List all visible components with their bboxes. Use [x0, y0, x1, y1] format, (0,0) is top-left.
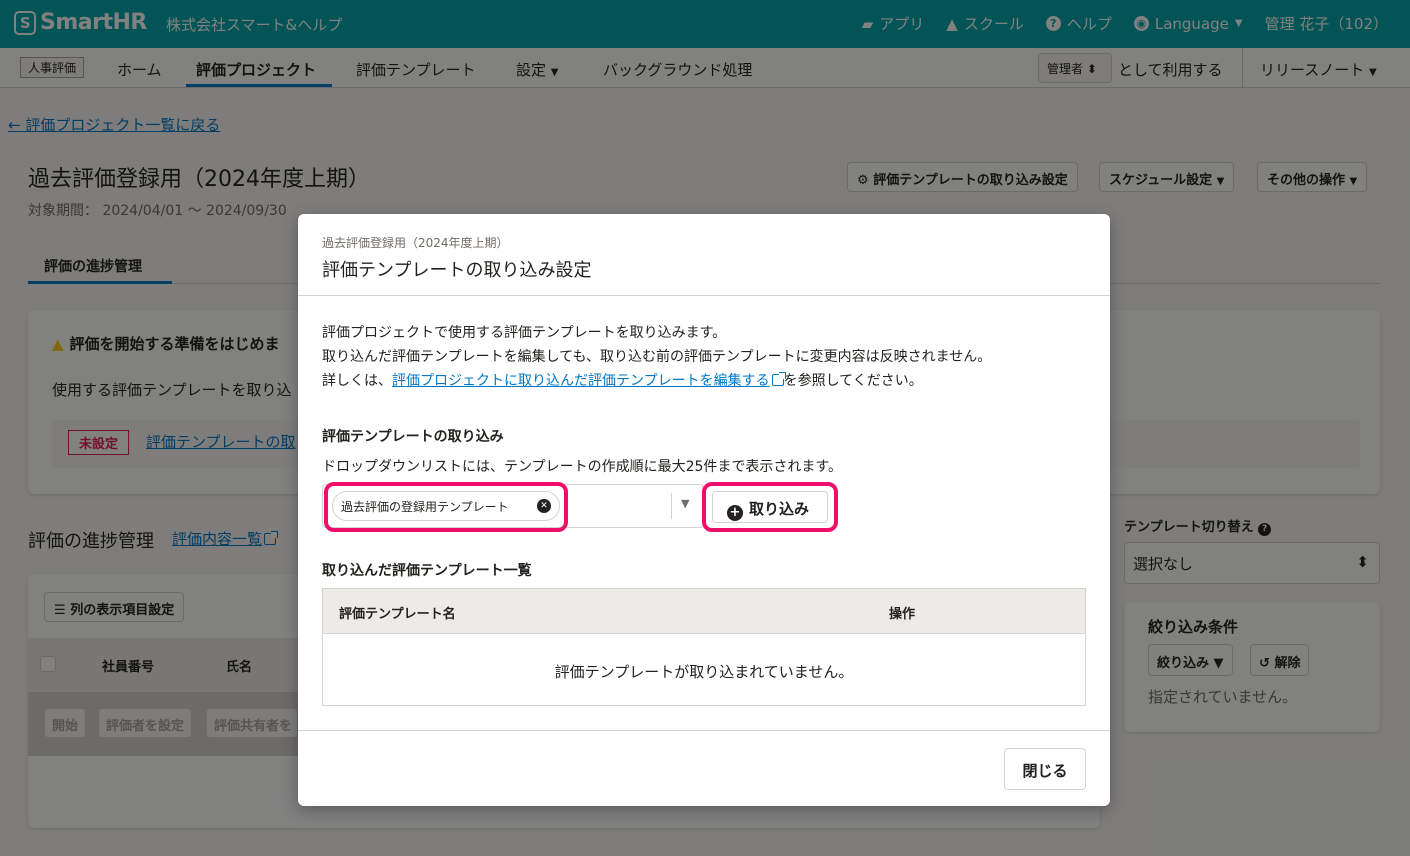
dialog-desc-1: 評価プロジェクトで使用する評価テンプレートを取り込みます。	[322, 325, 727, 341]
dialog-subtitle: 過去評価登録用（2024年度上期）	[322, 236, 509, 250]
dialog-desc-3: 詳しくは、評価プロジェクトに取り込んだ評価テンプレートを編集する を参照してくださ…	[322, 372, 923, 389]
dialog-desc-2: 取り込んだ評価テンプレートを編集しても、取り込む前の評価テンプレートに変更内容は…	[322, 349, 992, 365]
dialog-header-divider	[298, 295, 1110, 296]
th-template-name: 評価テンプレート名	[339, 607, 456, 622]
empty-state-text: 評価テンプレートが取り込まれていません。	[554, 663, 854, 681]
dialog-title: 評価テンプレートの取り込み設定	[322, 260, 592, 281]
imported-templates-table: 評価テンプレート名 操作 評価テンプレートが取り込まれていません。	[322, 588, 1086, 706]
th-action: 操作	[889, 607, 916, 622]
external-link-icon	[771, 372, 786, 386]
close-button[interactable]: 閉じる	[1004, 748, 1086, 790]
caret-down-icon[interactable]: ▼	[681, 497, 689, 510]
import-heading: 評価テンプレートの取り込み	[322, 429, 504, 445]
import-button-highlight	[702, 482, 838, 532]
help-article-link[interactable]: 評価プロジェクトに取り込んだ評価テンプレートを編集する	[392, 373, 770, 389]
template-import-dialog: 過去評価登録用（2024年度上期） 評価テンプレートの取り込み設定 評価プロジェ…	[298, 214, 1110, 806]
combobox-divider	[671, 493, 672, 519]
chip-highlight	[324, 482, 568, 532]
imported-table-header: 評価テンプレート名 操作	[323, 589, 1085, 634]
dialog-footer-divider	[298, 730, 1110, 731]
imported-list-heading: 取り込んだ評価テンプレート一覧	[322, 563, 532, 579]
import-help-text: ドロップダウンリストには、テンプレートの作成順に最大25件まで表示されます。	[322, 459, 842, 475]
